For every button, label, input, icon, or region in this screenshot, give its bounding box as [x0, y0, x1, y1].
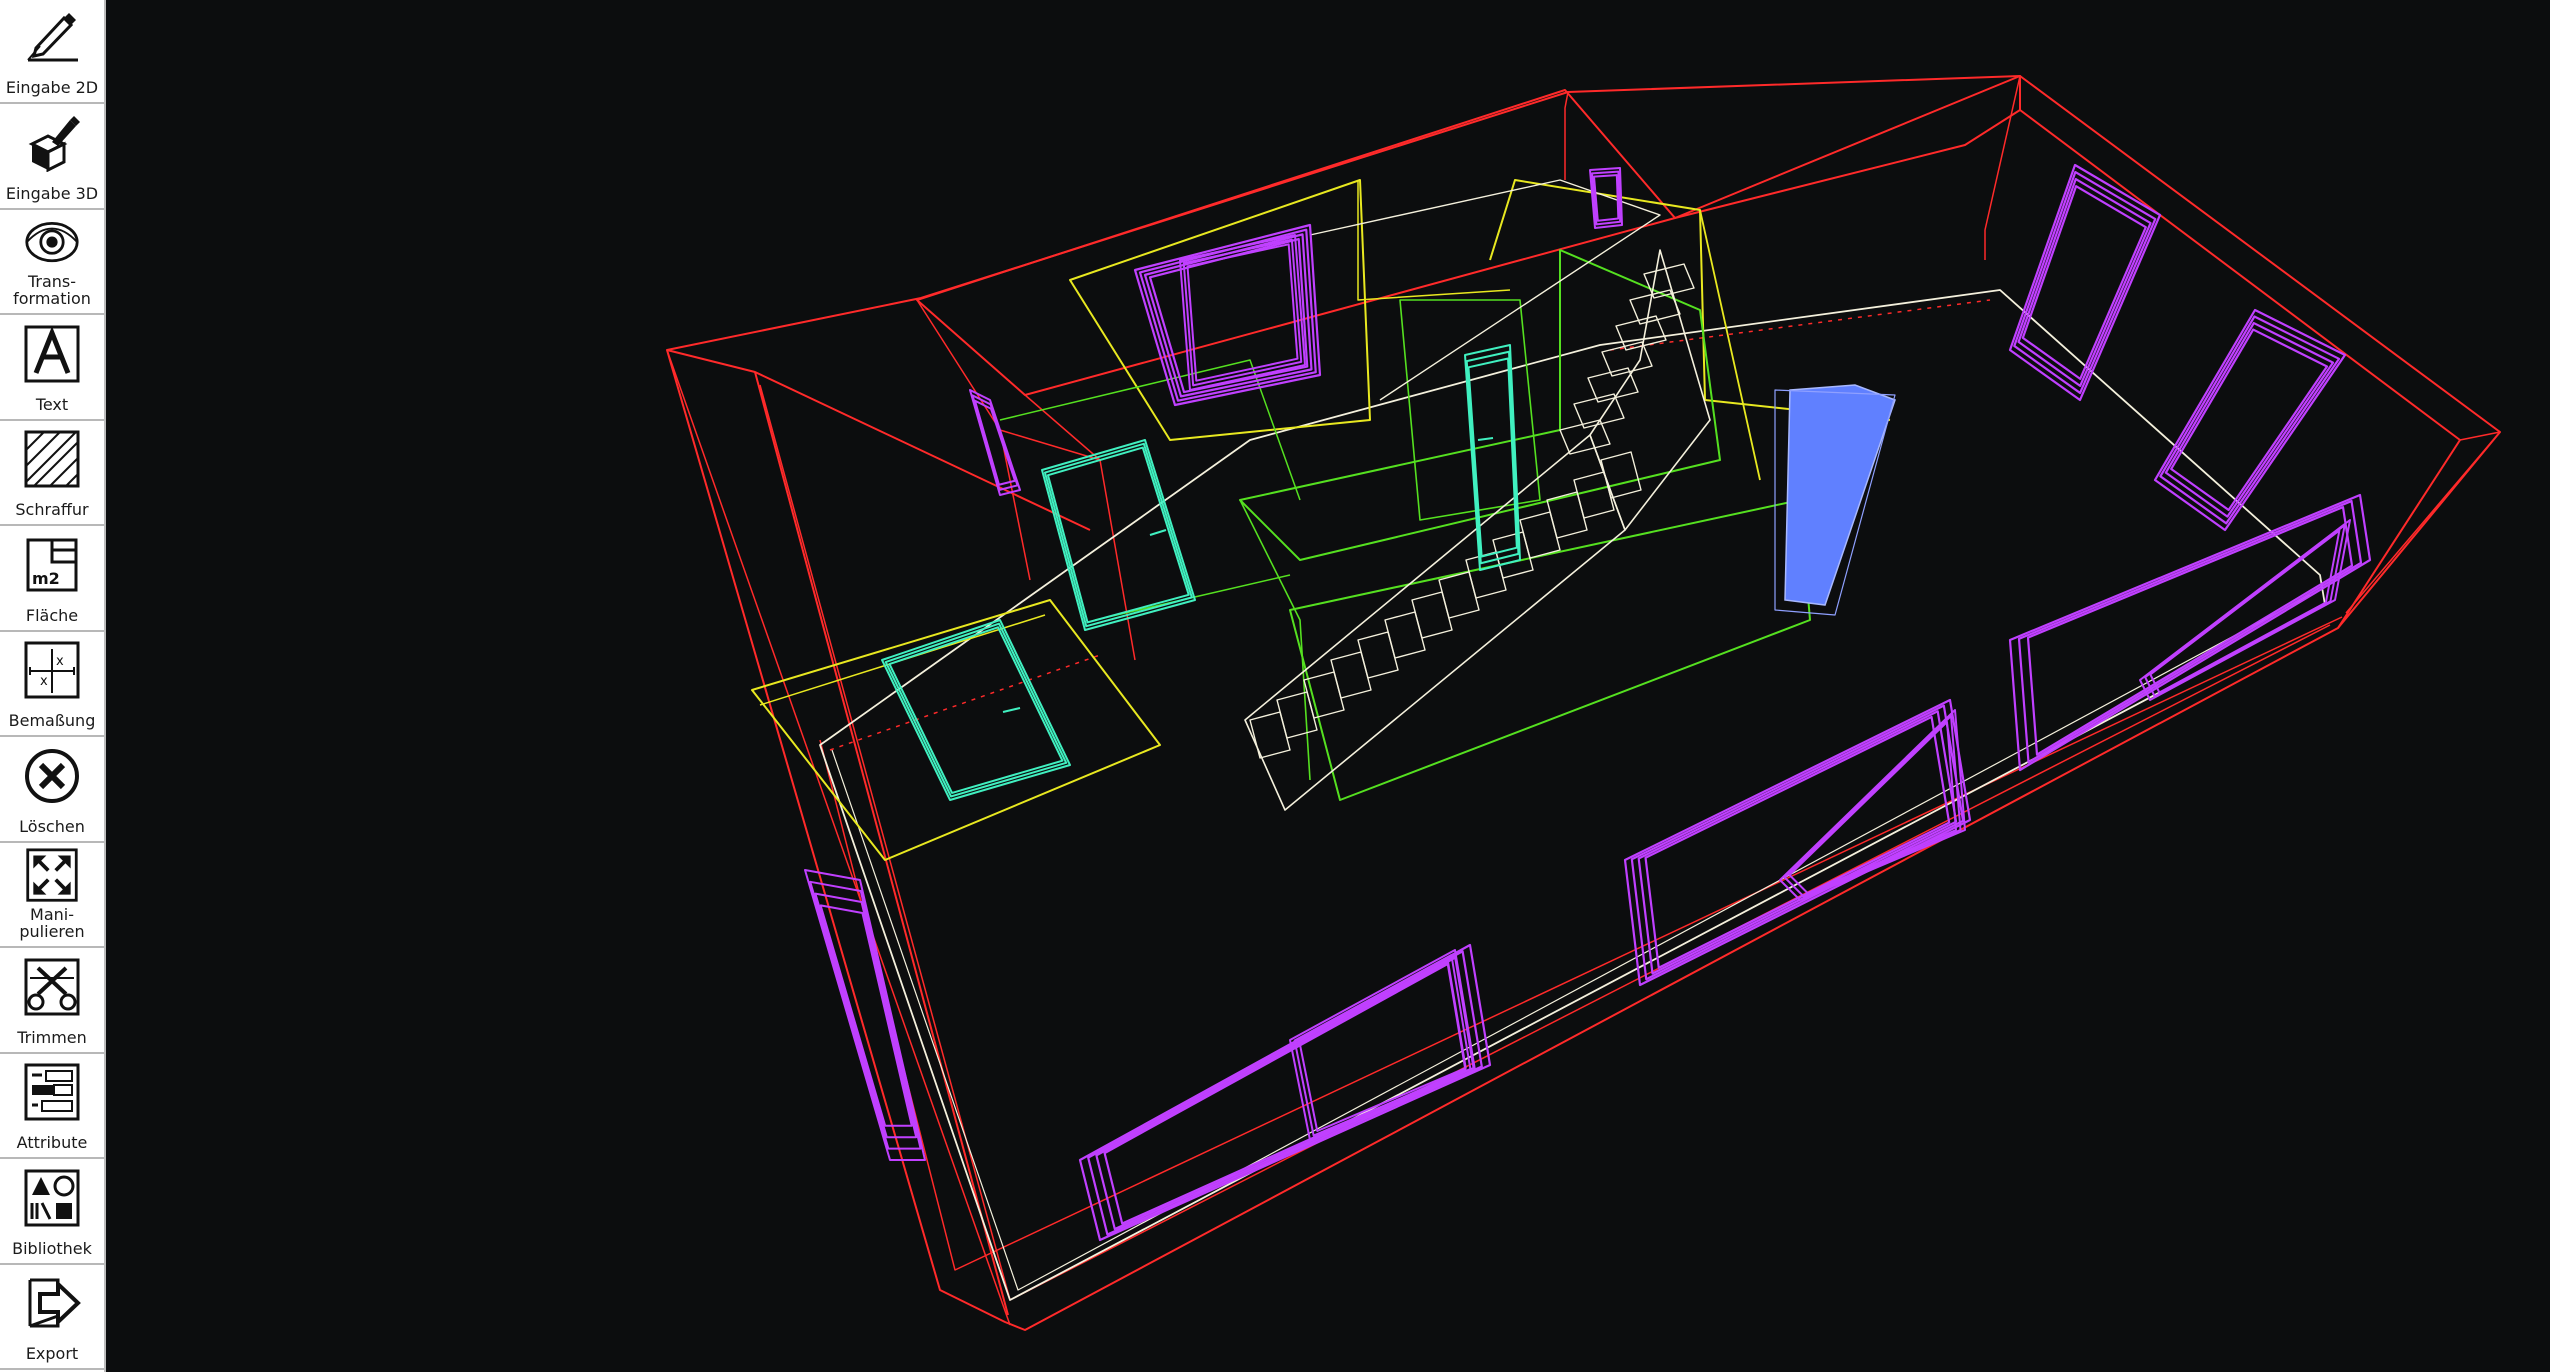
window-frame [2013, 170, 2157, 395]
opening-frame [1699, 209, 1761, 481]
tool-label: Fläche [25, 605, 79, 625]
tool-label: Attribute [16, 1133, 88, 1152]
window-frame [969, 389, 1021, 496]
hatch-icon [22, 430, 82, 488]
cad-app: Eingabe 2D Eingabe 3D Trans- formation Text… [0, 0, 2550, 1372]
pencil-2d-icon [22, 8, 82, 66]
tool-attribute-button[interactable]: Attribute [0, 1055, 104, 1159]
tool-bemassung-button[interactable]: x x Bemaßung [0, 633, 104, 737]
window-frame [1078, 943, 1492, 1242]
radiator [1784, 384, 1896, 606]
wall-outline [1674, 109, 2021, 219]
stair-zone [1239, 499, 1311, 781]
stair-step [1601, 341, 1653, 377]
tool-trimmen-button[interactable]: Trimmen [0, 949, 104, 1054]
window-frame [1593, 174, 1620, 222]
window-frame [2026, 506, 2354, 756]
wall-outline [754, 371, 1009, 1316]
stair-step [1559, 419, 1611, 455]
tool-label: Export [25, 1344, 79, 1363]
tool-eingabe-3d-button[interactable]: Eingabe 3D [0, 105, 104, 210]
stair-zone [1239, 249, 1721, 561]
3d-viewport[interactable] [106, 0, 2550, 1372]
wireframe-3d-floorplan [666, 75, 2501, 1331]
stair-step [1276, 691, 1318, 739]
tool-loeschen-button[interactable]: Löschen [0, 738, 104, 843]
door-frame [1046, 446, 1190, 624]
door-handle [1477, 437, 1494, 441]
opening-frame [1357, 180, 1511, 301]
tool-transformation-button[interactable]: Trans- formation [0, 211, 104, 315]
stair-step [1330, 651, 1372, 699]
stair-step [1357, 631, 1399, 679]
tool-label: Trans- formation [13, 272, 91, 308]
wall-axis-line [829, 654, 1101, 751]
svg-text:x: x [56, 654, 64, 669]
tool-schraffur-button[interactable]: Schraffur [0, 422, 104, 526]
tool-label: Mani- pulieren [19, 905, 85, 941]
door-handle [1149, 529, 1167, 536]
wall-outline [666, 349, 1011, 1326]
window-frame [819, 904, 913, 1127]
wall-outline [916, 299, 1031, 581]
dimension-icon: xx [22, 641, 82, 699]
library-shapes-icon [22, 1169, 82, 1227]
tool-label: Bemaßung [8, 711, 96, 730]
expand-arrows-icon [24, 848, 80, 902]
left-toolbar: Eingabe 2D Eingabe 3D Trans- formation Text… [0, 0, 106, 1372]
tool-label: Löschen [19, 816, 85, 836]
wall-outline [1564, 91, 1569, 180]
delete-x-icon [22, 747, 82, 805]
stair-step [1303, 671, 1345, 719]
wall-axis-line [1609, 299, 1991, 351]
wall-outline [2345, 431, 2501, 614]
floor-outline [819, 289, 2326, 1301]
stair-step [1249, 711, 1291, 759]
stair-zone [1289, 499, 1811, 801]
stair-step [1384, 611, 1426, 659]
stair-stringer [1244, 434, 1626, 811]
tool-label: Text [35, 394, 69, 414]
door-handle [1002, 707, 1021, 713]
tool-bibliothek-button[interactable]: Bibliothek [0, 1160, 104, 1265]
stair-step [1546, 491, 1588, 539]
export-arrow-icon [22, 1274, 82, 1332]
window-frame [1186, 243, 1299, 382]
stair-step [1573, 471, 1615, 519]
attribute-list-icon [22, 1063, 82, 1121]
wall-outline [759, 384, 2331, 1301]
tool-manipulieren-button[interactable]: Mani- pulieren [0, 844, 104, 948]
tool-text-button[interactable]: Text [0, 316, 104, 421]
letter-a-icon [22, 325, 82, 383]
stair-step [1615, 315, 1667, 351]
window-frame [971, 394, 1019, 491]
svg-text:x: x [40, 674, 48, 689]
eye-icon [24, 215, 80, 267]
stair-step [1411, 591, 1453, 639]
tool-label: Eingabe 3D [5, 183, 99, 203]
wall-outline [666, 349, 1091, 531]
tool-eingabe-2d-button[interactable]: Eingabe 2D [0, 0, 104, 104]
tool-label: Eingabe 2D [5, 78, 99, 97]
tool-label: Schraffur [15, 500, 89, 519]
tool-flaeche-button[interactable]: m2 Fläche [0, 527, 104, 632]
scissors-icon [22, 958, 82, 1016]
floor-outline [831, 594, 2311, 1291]
stair-step [1600, 451, 1642, 499]
window-frame [2153, 308, 2347, 532]
opening-frame [1489, 179, 1891, 421]
window-frame [1095, 956, 1475, 1231]
area-m2-icon: m2 [22, 536, 82, 594]
opening-frame [1069, 179, 1371, 441]
stair-step [1519, 511, 1561, 559]
tool-label: Bibliothek [12, 1238, 92, 1258]
door-frame [1467, 357, 1518, 558]
tool-label: Trimmen [17, 1027, 87, 1047]
wall-outline [1984, 75, 2021, 260]
tool-export-button[interactable]: Export [0, 1266, 104, 1370]
pencil-3d-cube-icon [22, 114, 82, 172]
stair-step [1438, 571, 1480, 619]
svg-text:m2: m2 [32, 569, 60, 588]
